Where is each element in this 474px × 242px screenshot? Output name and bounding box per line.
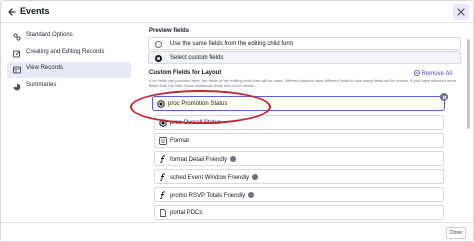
radio-icon bbox=[157, 100, 165, 108]
radio-unselected-icon bbox=[155, 41, 162, 48]
remove-field-button[interactable] bbox=[440, 93, 448, 101]
field-label: promo RSVP Totals Friendly bbox=[170, 191, 255, 199]
remove-circle-icon bbox=[413, 70, 420, 76]
sidebar: Standard Options Creating and Editing Re… bbox=[7, 29, 131, 95]
done-button[interactable]: Done bbox=[446, 227, 466, 239]
close-icon bbox=[441, 94, 447, 100]
field-item-proc-overall-status[interactable]: proc Overall Status bbox=[154, 115, 444, 130]
sidebar-item-label: View Records bbox=[26, 65, 63, 71]
field-label: Format bbox=[170, 137, 190, 144]
sidebar-item-label: Creating and Editing Records bbox=[26, 48, 105, 55]
events-dialog: Events Standard Options Creating and Edi… bbox=[0, 0, 474, 242]
footer: Done bbox=[1, 222, 473, 242]
option-label: Select custom fields bbox=[170, 54, 224, 61]
view-records-icon bbox=[13, 66, 21, 74]
field-item-promo-rsvp-totals-friendly[interactable]: promo RSVP Totals Friendly bbox=[154, 187, 444, 202]
help-icon[interactable] bbox=[248, 191, 255, 198]
sidebar-item-label: Standard Options bbox=[26, 32, 73, 38]
remove-all-link[interactable]: Remove All bbox=[413, 70, 452, 77]
sidebar-item-creating-editing[interactable]: Creating and Editing Records bbox=[7, 46, 131, 62]
formula-icon bbox=[159, 191, 166, 199]
checklist-icon bbox=[159, 137, 167, 145]
sidebar-item-label: Summaries bbox=[26, 81, 57, 88]
field-item-portal-pdcs[interactable]: portal PDCs bbox=[154, 205, 444, 220]
scrollbar-thumb[interactable] bbox=[467, 39, 470, 129]
field-label: portal PDCs bbox=[170, 209, 203, 216]
title-bar: Events bbox=[1, 1, 473, 23]
field-item-proc-promotion-status[interactable]: proc Promotion Status bbox=[152, 93, 448, 111]
sidebar-item-view-records[interactable]: View Records bbox=[7, 62, 131, 78]
field-label: sched Event Window Friendly bbox=[170, 173, 259, 181]
field-item-format[interactable]: Format bbox=[154, 133, 444, 148]
sidebar-item-standard-options[interactable]: Standard Options bbox=[7, 29, 131, 45]
remove-all-label: Remove All bbox=[421, 71, 452, 77]
field-label: proc Overall Status bbox=[170, 119, 222, 126]
summaries-icon bbox=[13, 83, 21, 90]
custom-fields-help-text: If no fields are provided here, the fiel… bbox=[149, 78, 457, 89]
custom-fields-heading: Custom Fields for Layout bbox=[149, 70, 222, 76]
preview-fields-heading: Preview fields bbox=[149, 28, 190, 34]
edit-record-icon bbox=[13, 50, 21, 57]
main-panel: Preview fields Use the same fields from … bbox=[142, 23, 464, 221]
formula-icon bbox=[159, 173, 166, 181]
field-label: format Detail Friendly bbox=[170, 155, 237, 163]
field-item-sched-event-window-friendly[interactable]: sched Event Window Friendly bbox=[154, 169, 444, 184]
document-icon bbox=[160, 209, 166, 217]
option-custom-fields[interactable]: Select custom fields bbox=[148, 51, 461, 64]
close-icon bbox=[457, 8, 465, 16]
radio-selected-icon bbox=[155, 55, 162, 62]
scrollbar[interactable] bbox=[466, 23, 472, 221]
help-icon[interactable] bbox=[230, 155, 237, 162]
help-icon[interactable] bbox=[252, 173, 259, 180]
window-title: Events bbox=[20, 6, 50, 16]
radio-icon bbox=[159, 119, 167, 127]
formula-icon bbox=[159, 155, 166, 163]
sidebar-item-summaries[interactable]: Summaries bbox=[7, 79, 131, 95]
option-same-fields[interactable]: Use the same fields from the editing chi… bbox=[148, 37, 461, 50]
field-label: proc Promotion Status bbox=[168, 100, 228, 107]
field-item-format-detail-friendly[interactable]: format Detail Friendly bbox=[154, 151, 444, 166]
back-arrow-icon[interactable] bbox=[7, 7, 17, 17]
close-button[interactable] bbox=[453, 4, 469, 20]
option-label: Use the same fields from the editing chi… bbox=[170, 40, 294, 47]
tune-icon bbox=[13, 33, 21, 41]
